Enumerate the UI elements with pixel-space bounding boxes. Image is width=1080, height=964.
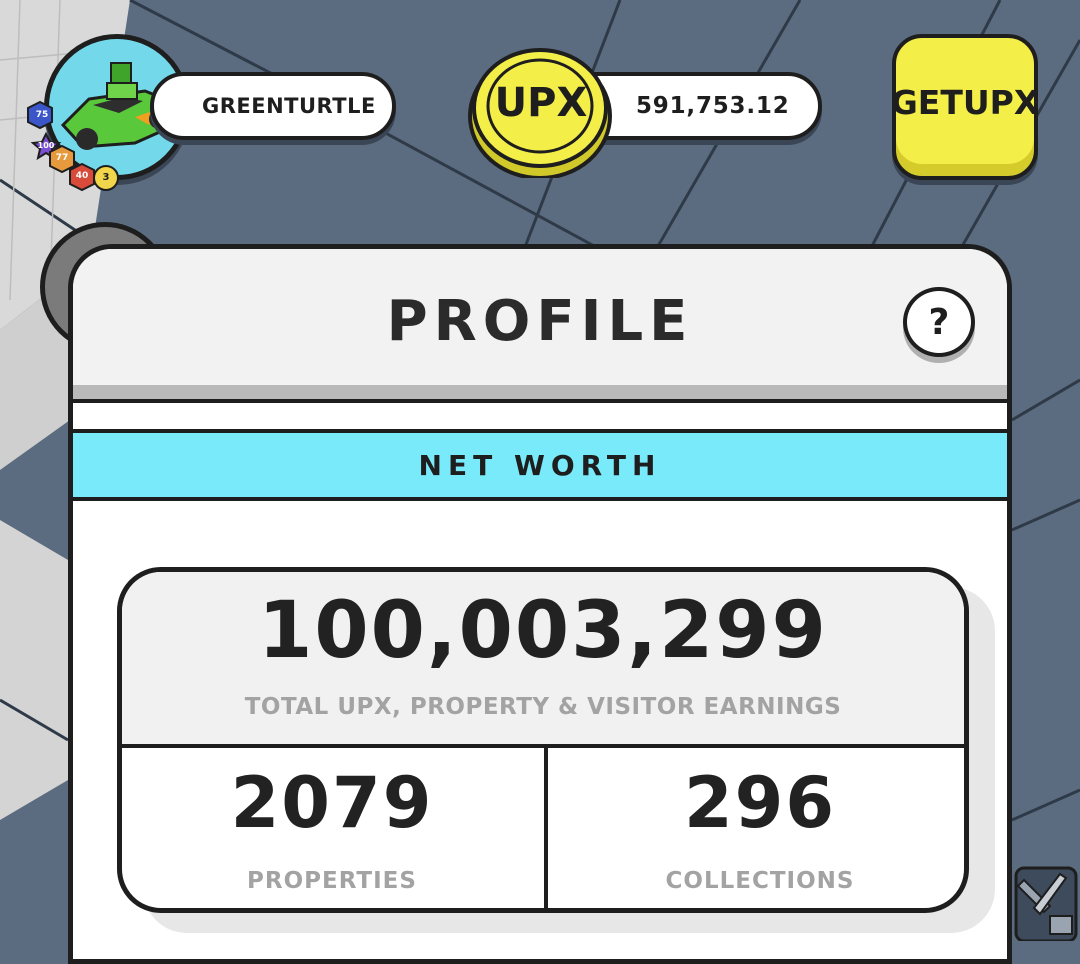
total-net-worth-value: 100,003,299 (258, 586, 828, 676)
net-worth-header: NET WORTH (73, 429, 1007, 501)
upx-coin-label: UPX (494, 80, 588, 126)
upx-balance: 591,753.12 (636, 93, 790, 119)
help-button[interactable]: ? (903, 287, 975, 357)
upx-coin-icon: UPX (468, 46, 614, 180)
header-divider (73, 399, 1007, 403)
collections-stat: 296 COLLECTIONS (550, 762, 964, 894)
profile-title: PROFILE (386, 289, 694, 354)
get-upx-label-line: GET (890, 82, 963, 122)
net-worth-card: 100,003,299 TOTAL UPX, PROPERTY & VISITO… (117, 567, 969, 913)
username-pill[interactable]: GREENTURTLE (150, 72, 396, 140)
profile-panel: PROFILE ? NET WORTH 100,003,299 TOTAL UP… (68, 244, 1012, 964)
badge-75: 75 (35, 110, 49, 120)
badge-3: 3 (102, 172, 110, 183)
total-section: 100,003,299 TOTAL UPX, PROPERTY & VISITO… (122, 572, 964, 748)
collections-value: 296 (683, 762, 837, 844)
badge-77: 77 (55, 153, 69, 163)
build-tools-icon[interactable] (1010, 858, 1080, 941)
total-net-worth-label: TOTAL UPX, PROPERTY & VISITOR EARNINGS (244, 694, 842, 720)
properties-value: 2079 (230, 762, 434, 844)
collections-label: COLLECTIONS (665, 868, 855, 894)
properties-stat: 2079 PROPERTIES (122, 762, 542, 894)
stats-divider (544, 744, 548, 908)
profile-header: PROFILE ? (73, 249, 1007, 399)
get-upx-button[interactable]: GET UPX (890, 34, 1040, 180)
get-upx-label-line: UPX (962, 82, 1040, 122)
username: GREENTURTLE (202, 94, 376, 118)
badge-100: 100 (37, 141, 55, 150)
properties-label: PROPERTIES (247, 868, 417, 894)
